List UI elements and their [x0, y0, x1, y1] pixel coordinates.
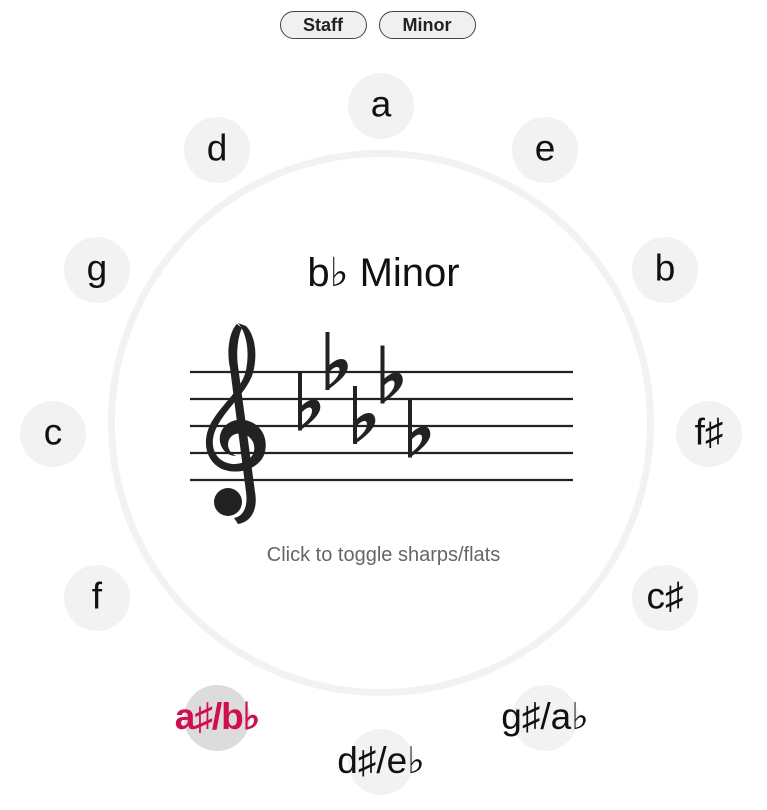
- key-button[interactable]: a: [348, 73, 414, 139]
- key-label: f♯: [694, 411, 724, 453]
- toolbar: Staff Minor: [0, 11, 767, 39]
- key-signature: [298, 332, 431, 458]
- key-button[interactable]: a♯/b♭: [175, 685, 260, 752]
- key-label: a♯/b♭: [174, 696, 260, 738]
- key-label: c♯: [646, 575, 684, 617]
- key-button[interactable]: c: [20, 401, 86, 467]
- treble-clef-icon: [205, 323, 266, 524]
- key-button[interactable]: e: [512, 116, 578, 183]
- key-label: f: [91, 575, 103, 617]
- key-title: b♭ Minor: [307, 251, 460, 295]
- staff-toggle-button[interactable]: Staff: [279, 11, 367, 39]
- key-label: a: [370, 83, 392, 125]
- flat-icon: [408, 399, 431, 458]
- flat-icon: [380, 345, 403, 404]
- key-button[interactable]: f♯: [676, 401, 742, 467]
- key-button[interactable]: c♯: [632, 565, 699, 631]
- key-button[interactable]: d♯/e♭: [337, 729, 425, 795]
- flat-icon: [325, 332, 348, 390]
- key-button[interactable]: f: [63, 565, 130, 631]
- toggle-accidentals-hint[interactable]: Click to toggle sharps/flats: [0, 544, 767, 567]
- key-label: d: [206, 127, 228, 169]
- flat-icon: [353, 386, 376, 444]
- key-label: c: [43, 411, 63, 453]
- key-button[interactable]: d: [184, 116, 250, 183]
- key-label: d♯/e♭: [337, 740, 425, 782]
- key-label: e: [534, 127, 556, 169]
- mode-toggle-button[interactable]: Minor: [378, 11, 476, 39]
- key-label: g♯/a♭: [501, 696, 589, 738]
- key-button[interactable]: g♯/a♭: [501, 685, 589, 752]
- flat-icon: [298, 372, 321, 431]
- staff-notation[interactable]: [180, 310, 580, 535]
